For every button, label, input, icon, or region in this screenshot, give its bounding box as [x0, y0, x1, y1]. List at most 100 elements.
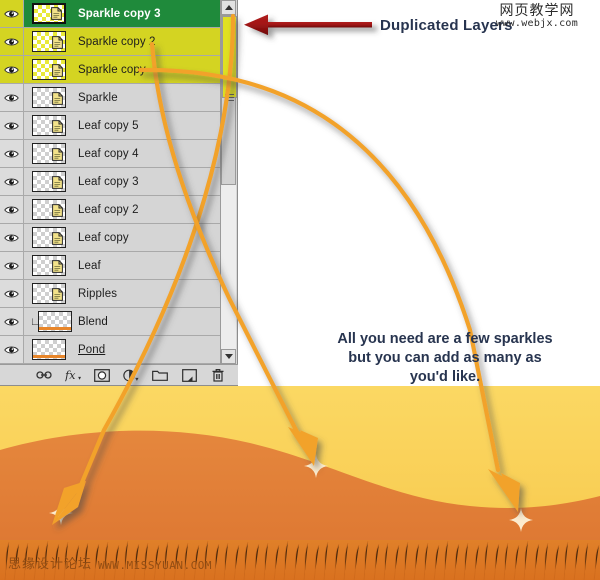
linked-document-icon	[52, 260, 63, 273]
layer-name[interactable]: Sparkle copy 2	[74, 36, 221, 48]
linked-document-icon	[52, 288, 63, 301]
layer-row[interactable]: Leaf copy 5	[0, 112, 221, 140]
scroll-down-icon[interactable]	[221, 349, 236, 364]
layer-name[interactable]: Sparkle	[74, 92, 221, 104]
layer-name[interactable]: Leaf copy 5	[74, 120, 221, 132]
layer-name[interactable]: Leaf copy 2	[74, 204, 221, 216]
landscape-artwork	[0, 386, 600, 580]
center-note: All you need are a few sparkles but you …	[310, 330, 580, 387]
layer-thumbnail[interactable]	[24, 84, 74, 111]
layer-thumbnail[interactable]: ∟	[24, 308, 74, 335]
layer-name[interactable]: Leaf copy 4	[74, 148, 221, 160]
layer-row[interactable]: Leaf copy 4	[0, 140, 221, 168]
thumbnail-image	[32, 31, 66, 52]
linked-document-icon	[52, 232, 63, 245]
linked-document-icon	[52, 148, 63, 161]
watermark-top: 网页教学网 www.webjx.com	[478, 4, 596, 29]
layer-visibility-eye-icon[interactable]	[0, 0, 24, 27]
layer-row[interactable]: Leaf copy	[0, 224, 221, 252]
thumbnail-image	[32, 143, 66, 164]
watermark-bottom-cn: 思缘设计论坛	[8, 557, 93, 572]
layer-row[interactable]: Sparkle	[0, 84, 221, 112]
layer-visibility-eye-icon[interactable]	[0, 56, 24, 83]
layer-thumbnail[interactable]	[24, 0, 74, 27]
layers-panel-toolbar[interactable]: fx	[0, 364, 238, 385]
scroll-up-icon[interactable]	[221, 0, 236, 15]
watermark-bottom: 思缘设计论坛 WWW.MISSYUAN.COM	[8, 553, 212, 572]
watermark-bottom-en: WWW.MISSYUAN.COM	[98, 559, 212, 572]
layers-panel[interactable]: Sparkle copy 3 Sparkle copy 2 Sparkle copy…	[0, 0, 238, 386]
thumbnail-image	[32, 283, 66, 304]
linked-document-icon	[51, 7, 62, 20]
thumbnail-image	[38, 311, 72, 332]
layer-row[interactable]: Leaf copy 2	[0, 196, 221, 224]
new-group-icon[interactable]	[152, 368, 168, 383]
layer-thumbnail[interactable]	[24, 224, 74, 251]
layer-thumbnail[interactable]	[24, 336, 74, 363]
layer-name[interactable]: Sparkle copy	[74, 64, 221, 76]
layer-row[interactable]: Leaf	[0, 252, 221, 280]
layer-name[interactable]: Ripples	[74, 288, 221, 300]
layer-name[interactable]: Sparkle copy 3	[74, 8, 221, 20]
layer-thumbnail[interactable]	[24, 112, 74, 139]
layer-row[interactable]: Ripples	[0, 280, 221, 308]
layer-name[interactable]: Blend	[74, 316, 221, 328]
linked-document-icon	[52, 64, 63, 77]
layer-visibility-eye-icon[interactable]	[0, 196, 24, 223]
layer-visibility-eye-icon[interactable]	[0, 252, 24, 279]
layer-name[interactable]: Pond	[74, 344, 221, 356]
layer-visibility-eye-icon[interactable]	[0, 224, 24, 251]
thumbnail-content-stripe	[33, 355, 65, 358]
thumbnail-image	[32, 115, 66, 136]
thumbnail-image	[32, 199, 66, 220]
layer-style-fx-icon[interactable]: fx	[65, 368, 81, 383]
layer-visibility-eye-icon[interactable]	[0, 28, 24, 55]
thumbnail-image	[32, 339, 66, 360]
thumbnail-image	[32, 59, 66, 80]
layer-visibility-eye-icon[interactable]	[0, 280, 24, 307]
scrollbar-grip-icon	[225, 94, 234, 101]
linked-document-icon	[52, 204, 63, 217]
svg-text:fx: fx	[65, 369, 76, 382]
layer-row[interactable]: Sparkle copy 2	[0, 28, 221, 56]
layer-visibility-eye-icon[interactable]	[0, 112, 24, 139]
layer-row[interactable]: Pond	[0, 336, 221, 364]
layer-thumbnail[interactable]	[24, 196, 74, 223]
layer-thumbnail[interactable]	[24, 168, 74, 195]
adjustment-layer-icon[interactable]	[123, 368, 139, 383]
scrollbar-thumb[interactable]	[221, 15, 237, 185]
layer-thumbnail[interactable]	[24, 56, 74, 83]
illustration-canvas	[0, 386, 600, 580]
layer-row[interactable]: ∟ Blend	[0, 308, 221, 336]
layer-thumbnail[interactable]	[24, 252, 74, 279]
layer-visibility-eye-icon[interactable]	[0, 308, 24, 335]
layer-thumbnail[interactable]	[24, 28, 74, 55]
delete-layer-icon[interactable]	[210, 368, 226, 383]
center-note-line1: All you need are a few sparkles	[337, 331, 553, 347]
center-note-line2: but you can add as many as	[348, 350, 542, 366]
thumbnail-image	[32, 3, 66, 24]
watermark-top-en: www.webjx.com	[495, 18, 579, 29]
layer-thumbnail[interactable]	[24, 140, 74, 167]
layer-visibility-eye-icon[interactable]	[0, 168, 24, 195]
linked-document-icon	[52, 176, 63, 189]
layer-thumbnail[interactable]	[24, 280, 74, 307]
layer-visibility-eye-icon[interactable]	[0, 84, 24, 111]
layers-scrollbar[interactable]	[220, 0, 237, 364]
layer-name[interactable]: Leaf copy 3	[74, 176, 221, 188]
layer-mask-icon[interactable]	[94, 368, 110, 383]
thumbnail-content-stripe	[39, 327, 71, 330]
layer-row[interactable]: Sparkle copy 3	[0, 0, 221, 28]
scrollbar-selection-highlight	[222, 16, 237, 98]
layer-row[interactable]: Sparkle copy	[0, 56, 221, 84]
link-icon[interactable]	[36, 368, 52, 383]
screenshot-root: Sparkle copy 3 Sparkle copy 2 Sparkle copy…	[0, 0, 600, 580]
layer-list[interactable]: Sparkle copy 3 Sparkle copy 2 Sparkle copy…	[0, 0, 221, 364]
layer-visibility-eye-icon[interactable]	[0, 336, 24, 363]
layer-visibility-eye-icon[interactable]	[0, 140, 24, 167]
layer-row[interactable]: Leaf copy 3	[0, 168, 221, 196]
layer-name[interactable]: Leaf	[74, 260, 221, 272]
new-layer-icon[interactable]	[181, 368, 197, 383]
thumbnail-image	[32, 171, 66, 192]
layer-name[interactable]: Leaf copy	[74, 232, 221, 244]
